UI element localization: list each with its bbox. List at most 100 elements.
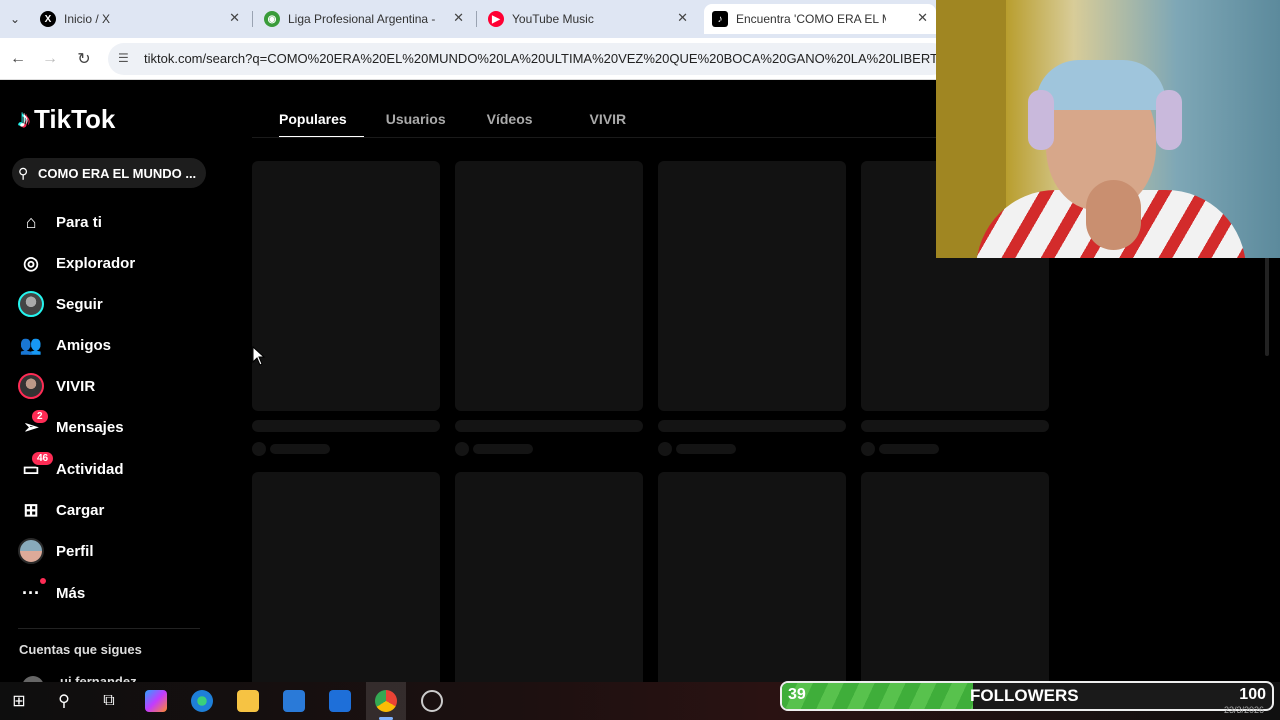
sidebar-item-vivir[interactable]: VIVIR — [18, 369, 95, 403]
username-placeholder — [879, 444, 939, 454]
home-icon: ⌂ — [25, 211, 37, 232]
tab-title: YouTube Music — [512, 12, 594, 26]
sidebar-item-label: Explorador — [56, 254, 136, 272]
caption-placeholder — [252, 420, 440, 432]
followers-goal-widget: 39 FOLLOWERS 100 23/3/2026 — [780, 681, 1274, 715]
page-scrollbar[interactable] — [1265, 256, 1269, 356]
close-icon[interactable]: ✕ — [453, 10, 464, 26]
tab-tiktok[interactable]: ♪ Encuentra 'COMO ERA EL MUN ✕ — [704, 4, 936, 34]
search-icon[interactable]: ⚲ — [53, 690, 75, 712]
username-placeholder — [473, 444, 533, 454]
tab-separator — [252, 11, 253, 27]
caption-placeholder — [455, 420, 643, 432]
sidebar-divider — [18, 628, 200, 629]
sidebar-item-label: VIVIR — [56, 377, 96, 395]
sidebar-item-label: Mensajes — [56, 418, 124, 436]
sidebar-item-explorador[interactable]: ◎ Explorador — [18, 246, 135, 280]
forward-button[interactable]: → — [38, 47, 62, 71]
tabs-divider — [252, 137, 937, 138]
video-card-placeholder[interactable] — [252, 472, 440, 682]
tab-youtube-music[interactable]: ▶ YouTube Music ✕ — [480, 4, 696, 34]
sidebar-item-label: Cargar — [56, 501, 105, 519]
sidebar-item-seguir[interactable]: Seguir — [18, 287, 103, 321]
file-explorer-icon[interactable] — [237, 690, 259, 712]
sidebar-item-label: Actividad — [56, 460, 124, 478]
globe-icon: ◉ — [264, 11, 280, 27]
username-placeholder — [270, 444, 330, 454]
url-text: tiktok.com/search?q=COMO%20ERA%20EL%20MU… — [144, 51, 944, 66]
tab-usuarios[interactable]: Usuarios — [364, 104, 463, 138]
headphones-icon — [1028, 90, 1054, 150]
site-info-icon[interactable]: ☰ — [118, 51, 129, 65]
sidebar-item-mas[interactable]: ··· Más — [18, 576, 85, 610]
tab-vivir[interactable]: VIVIR — [550, 104, 644, 138]
mouse-cursor-icon — [252, 346, 266, 366]
sidebar-item-label: Seguir — [56, 295, 103, 313]
video-card-placeholder[interactable] — [861, 472, 1049, 682]
sidebar-item-actividad[interactable]: ▭ 46 Actividad — [18, 450, 124, 486]
search-input[interactable]: ⚲ COMO ERA EL MUNDO ... — [12, 158, 206, 188]
video-card-placeholder[interactable] — [455, 472, 643, 682]
logo-text: TikTok — [34, 104, 116, 134]
tab-title: Liga Profesional Argentina - PC — [288, 12, 438, 26]
tab-populares[interactable]: Populares — [262, 104, 364, 138]
address-bar[interactable]: ☰ tiktok.com/search?q=COMO%20ERA%20EL%20… — [108, 43, 948, 75]
back-button[interactable]: ← — [6, 47, 30, 71]
live-avatar-icon — [18, 373, 44, 399]
close-icon[interactable]: ✕ — [229, 10, 240, 26]
sidebar-item-label: Amigos — [56, 336, 112, 354]
avatar-placeholder — [455, 442, 469, 456]
tiktok-logo[interactable]: ♪ TikTok — [18, 104, 115, 135]
video-card-placeholder[interactable] — [658, 161, 846, 411]
video-card-placeholder[interactable] — [658, 472, 846, 682]
tiktok-icon: ♪ — [712, 11, 728, 27]
outlook-icon[interactable] — [329, 690, 351, 712]
widget-date: 23/3/2026 — [1223, 705, 1264, 715]
tab-separator — [476, 11, 477, 27]
close-icon[interactable]: ✕ — [677, 10, 688, 26]
video-card-placeholder[interactable] — [252, 161, 440, 411]
upload-icon: ⊞ — [23, 499, 39, 520]
avatar-placeholder — [861, 442, 875, 456]
followers-label: FOLLOWERS — [970, 686, 1079, 705]
followers-progress-fill — [782, 683, 973, 709]
search-icon: ⚲ — [18, 164, 29, 181]
sidebar-item-mensajes[interactable]: ➢ 2 Mensajes — [18, 408, 124, 444]
tab-liga[interactable]: ◉ Liga Profesional Argentina - PC ✕ — [256, 4, 472, 34]
search-tabs: Populares Usuarios Vídeos VIVIR — [262, 104, 643, 138]
tab-title: Inicio / X — [64, 12, 111, 26]
chrome-icon[interactable] — [375, 690, 397, 712]
webcam-person-hand — [1086, 180, 1141, 250]
sidebar-item-para-ti[interactable]: ⌂ Para ti — [18, 205, 102, 239]
sidebar-item-cargar[interactable]: ⊞ Cargar — [18, 493, 104, 527]
copilot-icon[interactable] — [145, 690, 167, 712]
following-avatar-icon — [18, 291, 44, 317]
headphones-icon — [1156, 90, 1182, 150]
more-icon: ··· — [18, 578, 46, 606]
webcam-overlay — [936, 0, 1280, 258]
clock-app-icon[interactable] — [421, 690, 443, 712]
video-card-placeholder[interactable] — [455, 161, 643, 411]
task-view-icon[interactable]: ⧉ — [98, 690, 120, 712]
store-icon[interactable] — [283, 690, 305, 712]
tab-x[interactable]: X Inicio / X ✕ — [32, 4, 248, 34]
activity-icon: ▭ 46 — [18, 450, 56, 482]
tab-videos[interactable]: Vídeos — [463, 104, 550, 138]
reload-button[interactable]: ↻ — [72, 47, 96, 71]
sidebar-item-amigos[interactable]: 👥 Amigos — [18, 328, 111, 362]
sidebar-item-perfil[interactable]: Perfil — [18, 534, 94, 568]
followers-count: 39 — [788, 686, 806, 703]
x-logo-icon: X — [40, 11, 56, 27]
friends-icon: 👥 — [19, 334, 43, 355]
messages-icon: ➢ 2 — [18, 408, 50, 440]
sidebar-item-label: Para ti — [56, 213, 102, 231]
windows-start-icon[interactable]: ⊞ — [8, 690, 30, 712]
edge-icon[interactable] — [191, 690, 213, 712]
sidebar-item-label: Perfil — [56, 542, 94, 560]
following-account-name[interactable]: ui fernandez — [60, 674, 137, 682]
tab-search-button[interactable]: ⌄ — [4, 8, 26, 30]
avatar-placeholder — [658, 442, 672, 456]
close-icon[interactable]: ✕ — [917, 10, 928, 26]
tab-title: Encuentra 'COMO ERA EL MUN — [736, 12, 886, 26]
compass-icon: ◎ — [23, 252, 39, 273]
